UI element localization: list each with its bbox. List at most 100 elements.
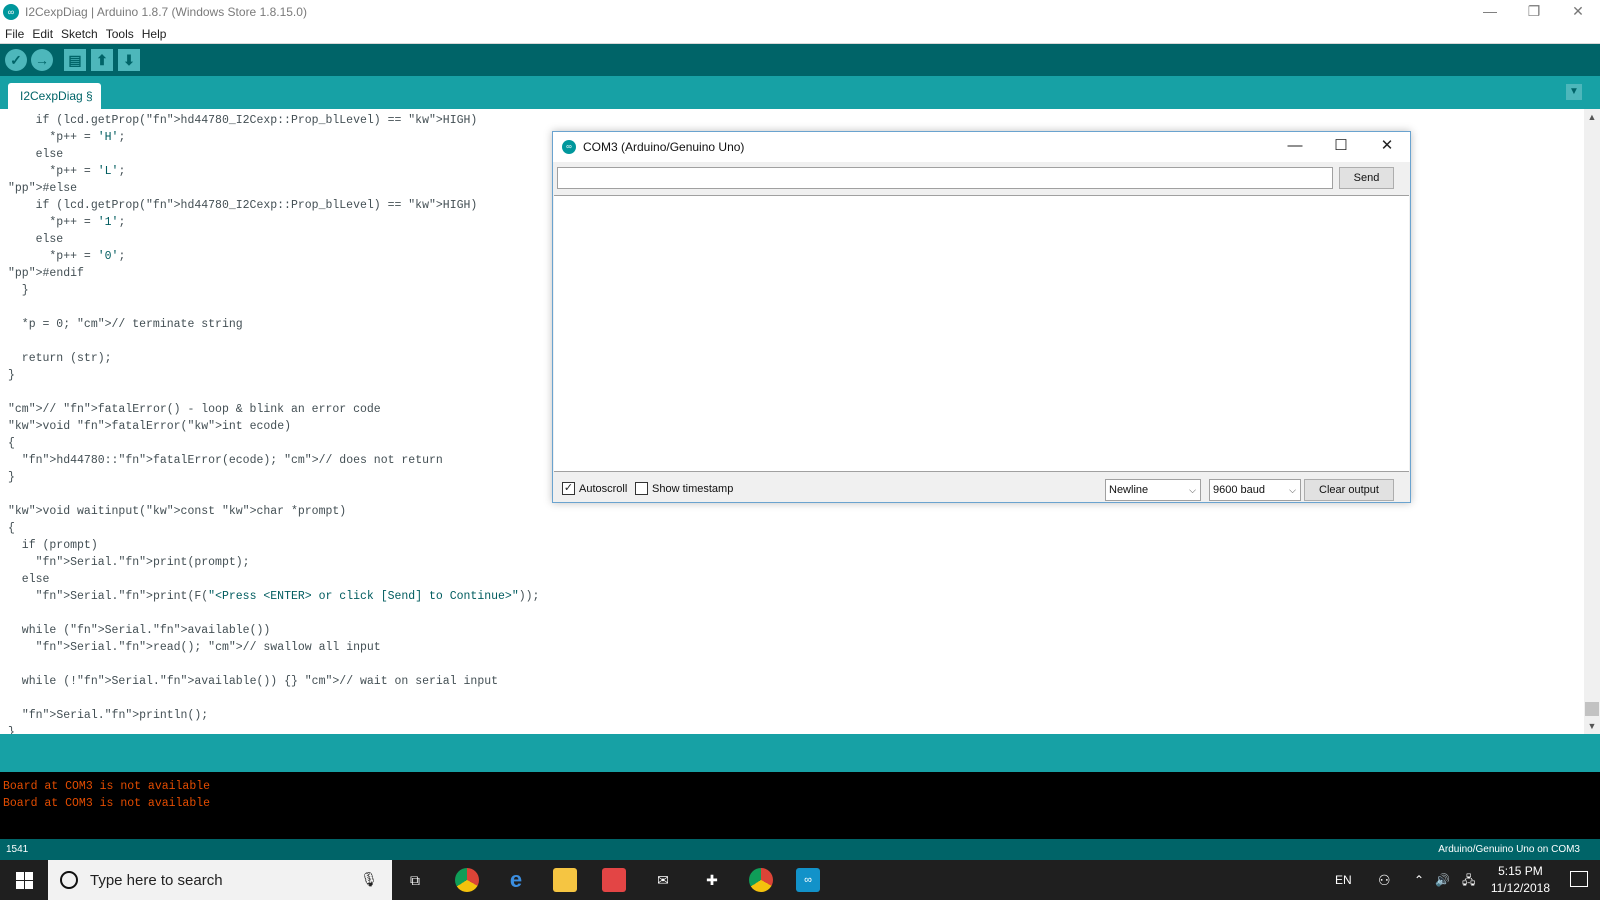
serial-close-button[interactable]: ✕ [1364,132,1410,162]
code-line[interactable] [8,605,539,622]
chevron-down-icon: ⌵ [1189,485,1196,495]
mail-icon[interactable]: ✉ [651,868,675,892]
minimize-button[interactable]: — [1468,0,1512,24]
edge-icon[interactable]: e [504,868,528,892]
tray-chevron-up-icon[interactable]: ⌃ [1414,860,1424,900]
baud-rate-select[interactable]: 9600 baud ⌵ [1209,479,1301,501]
code-line[interactable] [8,690,539,707]
code-line[interactable]: { [8,520,539,537]
tab-bar: I2CexpDiag § ▼ [0,76,1600,109]
code-line[interactable]: "kw">void waitinput("kw">const "kw">char… [8,503,539,520]
code-line[interactable]: if (lcd.getProp("fn">hd44780_I2Cexp::Pro… [8,112,539,129]
serial-output-area[interactable] [554,195,1409,472]
arrow-down-icon: ⬇ [123,52,135,68]
file-explorer-icon[interactable] [553,868,577,892]
code-line[interactable]: } [8,367,539,384]
code-line[interactable]: "cm">// "fn">fatalError() - loop & blink… [8,401,539,418]
autoscroll-checkbox[interactable]: ✓ Autoscroll [562,482,627,495]
code-line[interactable]: "fn">Serial."fn">println(); [8,707,539,724]
code-line[interactable] [8,384,539,401]
verify-button[interactable]: ✓ [5,49,27,71]
game-controller-icon[interactable]: ✚ [700,868,724,892]
code-line[interactable] [8,333,539,350]
code-line[interactable]: if (prompt) [8,537,539,554]
code-line[interactable]: *p++ = '0'; [8,248,539,265]
menu-sketch[interactable]: Sketch [61,27,98,41]
send-button[interactable]: Send [1339,167,1394,189]
code-line[interactable]: } [8,469,539,486]
scroll-thumb[interactable] [1585,702,1599,716]
serial-monitor-window: ∞ COM3 (Arduino/Genuino Uno) — ☐ ✕ Send … [552,131,1411,503]
arduino-taskbar-icon[interactable]: ∞ [796,868,820,892]
code-line[interactable]: if (lcd.getProp("fn">hd44780_I2Cexp::Pro… [8,197,539,214]
close-button[interactable]: ✕ [1556,0,1600,24]
restore-button[interactable]: ❐ [1512,0,1556,24]
menu-tools[interactable]: Tools [106,27,134,41]
menu-file[interactable]: File [5,27,24,41]
code-line[interactable]: "fn">hd44780::"fn">fatalError(ecode); "c… [8,452,539,469]
serial-monitor-title: COM3 (Arduino/Genuino Uno) [583,140,745,154]
serial-minimize-button[interactable]: — [1272,132,1318,162]
arrow-right-icon: → [35,52,49,68]
taskbar-clock[interactable]: 5:15 PM 11/12/2018 [1491,863,1550,897]
code-line[interactable]: "pp">#else [8,180,539,197]
line-ending-select[interactable]: Newline ⌵ [1105,479,1201,501]
code-line[interactable]: { [8,435,539,452]
code-line[interactable]: return (str); [8,350,539,367]
language-indicator[interactable]: EN [1335,860,1352,900]
clear-output-button[interactable]: Clear output [1304,479,1394,501]
code-line[interactable]: } [8,724,539,734]
code-line[interactable] [8,656,539,673]
code-line[interactable]: while ("fn">Serial."fn">available()) [8,622,539,639]
code-line[interactable]: else [8,231,539,248]
scroll-up-icon[interactable]: ▲ [1584,109,1600,125]
code-line[interactable]: while (!"fn">Serial."fn">available()) {}… [8,673,539,690]
volume-icon[interactable]: 🔊 [1435,860,1450,900]
upload-button[interactable]: → [31,49,53,71]
code-line[interactable]: "kw">void "fn">fatalError("kw">int ecode… [8,418,539,435]
code-line[interactable]: *p = 0; "cm">// terminate string [8,316,539,333]
start-button[interactable] [0,860,48,900]
tab-menu-chevron-down-icon[interactable]: ▼ [1566,84,1582,100]
serial-options-bar: ✓ Autoscroll Show timestamp Newline ⌵ 96… [553,474,1410,502]
taskbar-search[interactable]: Type here to search 🎙 [48,860,392,900]
people-icon[interactable]: ⚇ [1378,860,1391,900]
serial-send-input[interactable] [557,167,1333,189]
microphone-icon[interactable]: 🎙 [360,871,378,888]
open-button[interactable]: ⬆ [91,49,113,71]
toolbar: ✓ → ▤ ⬆ ⬇ [0,44,1600,547]
menu-help[interactable]: Help [142,27,167,41]
code-line[interactable]: else [8,146,539,163]
code-line[interactable]: "fn">Serial."fn">print(F("<Press <ENTER>… [8,588,540,605]
code-line[interactable] [8,486,539,503]
console-line: Board at COM3 is not available [3,780,211,793]
save-button[interactable]: ⬇ [118,49,140,71]
code-line[interactable]: "pp">#endif [8,265,539,282]
code-line[interactable] [8,299,539,316]
code-line[interactable]: "fn">Serial."fn">read(); "cm">// swallow… [8,639,539,656]
menu-edit[interactable]: Edit [32,27,53,41]
code-line[interactable]: *p++ = 'L'; [8,163,539,180]
code-line[interactable]: else [8,571,539,588]
chrome-profile-icon[interactable] [749,868,773,892]
menu-bar: File Edit Sketch Tools Help [0,24,1600,44]
serial-maximize-button[interactable]: ☐ [1318,132,1364,162]
code-line[interactable]: } [8,282,539,299]
scroll-down-icon[interactable]: ▼ [1584,718,1600,734]
code-line[interactable]: *p++ = '1'; [8,214,539,231]
line-ending-value: Newline [1109,484,1149,496]
network-icon[interactable]: 🖧 [1462,860,1475,900]
new-button[interactable]: ▤ [64,49,86,71]
store-app-icon[interactable] [602,868,626,892]
arduino-ide-screen: ∞ I2CexpDiag | Arduino 1.8.7 (Windows St… [0,0,1600,900]
code-text[interactable]: if (lcd.getProp("fn">hd44780_I2Cexp::Pro… [8,112,539,734]
chrome-icon[interactable] [455,868,479,892]
tab-i2cexpdiag[interactable]: I2CexpDiag § [8,83,101,109]
show-timestamp-checkbox[interactable]: Show timestamp [635,482,733,495]
task-view-icon[interactable]: ⧉ [403,868,427,892]
code-line[interactable]: "fn">Serial."fn">print(prompt); [8,554,539,571]
notification-center-icon[interactable] [1570,871,1588,887]
code-line[interactable]: *p++ = 'H'; [8,129,539,146]
editor-scrollbar[interactable]: ▲ ▼ [1584,109,1600,734]
console-output[interactable]: Board at COM3 is not available Board at … [0,772,1600,839]
